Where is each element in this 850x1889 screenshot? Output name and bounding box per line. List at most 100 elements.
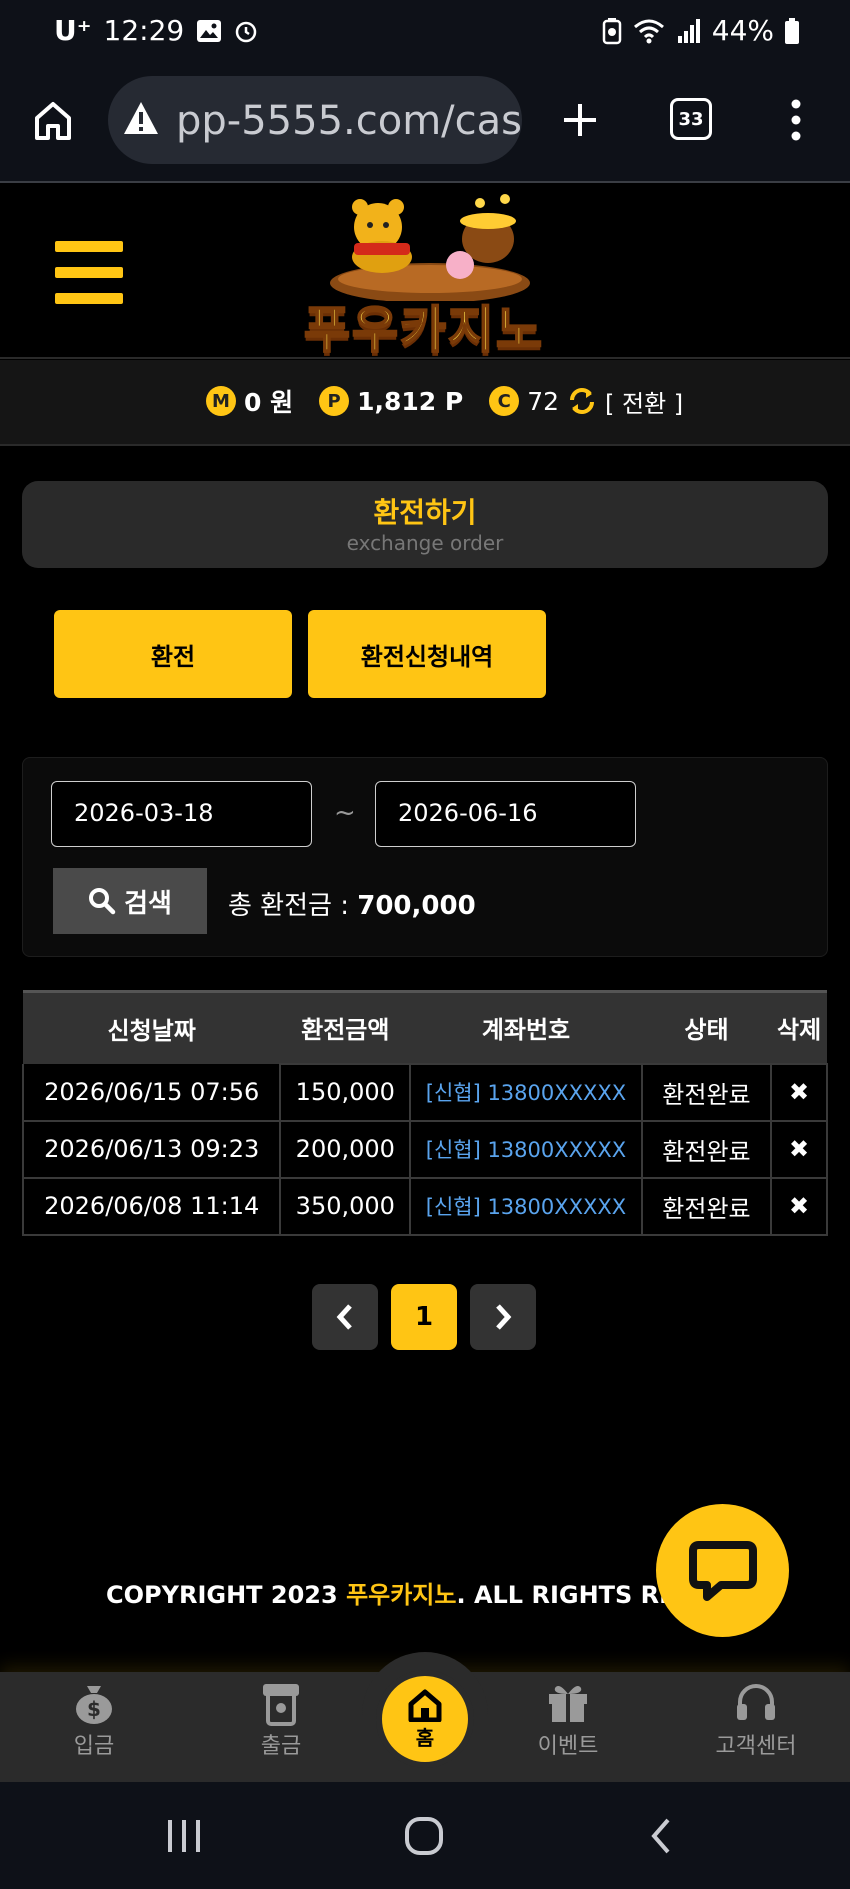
exchange-tab-button[interactable]: 환전: [54, 610, 292, 698]
nav-deposit[interactable]: $ 입금: [34, 1680, 154, 1760]
money-balance: 0 원: [244, 388, 294, 417]
total-value: 700,000: [357, 891, 476, 921]
table-row: 2026/06/13 09:23 200,000 [신협] 13800XXXXX…: [21, 1119, 828, 1179]
copyright-text: COPYRIGHT 2023 푸우카지노. ALL RIGHTS RESE: [106, 1575, 709, 1610]
point-icon: P: [319, 386, 350, 416]
row-date: 2026/06/15 07:56: [21, 1063, 282, 1122]
copyright-prefix: COPYRIGHT 2023: [106, 1581, 347, 1609]
chevron-left-icon: [336, 1304, 352, 1330]
coin-balance: 72: [527, 386, 560, 416]
status-bar: U⁺ 12:29 44%: [0, 0, 850, 70]
nav-home-label: 홈: [415, 1725, 435, 1750]
menu-button[interactable]: [55, 241, 123, 319]
row-account: [신협] 13800XXXXX: [409, 1062, 643, 1122]
nav-withdraw-label: 출금: [260, 1734, 302, 1759]
nav-support[interactable]: 고객센터: [696, 1680, 816, 1760]
gift-icon: [549, 1686, 587, 1722]
coin-icon: C: [489, 386, 520, 416]
page-title: 환전하기: [373, 496, 477, 529]
table-row: 2026/06/08 11:14 350,000 [신협] 13800XXXXX…: [21, 1176, 828, 1236]
page-number-current[interactable]: 1: [391, 1284, 457, 1350]
page-title-panel: 환전하기 exchange order: [22, 481, 828, 568]
start-date-input[interactable]: 2026-03-18: [51, 781, 312, 847]
row-amount: 200,000: [279, 1119, 412, 1179]
nav-event[interactable]: 이벤트: [508, 1680, 628, 1760]
back-icon[interactable]: [648, 1816, 674, 1856]
point-balance: 1,812 P: [357, 386, 464, 416]
table-header-row: 신청날짜 환전금액 계좌번호 상태 삭제: [23, 990, 827, 1064]
money-bag-icon: $: [76, 1686, 112, 1724]
headset-icon: [737, 1684, 775, 1720]
url-text[interactable]: pp-5555.com/cash: [176, 98, 522, 144]
chevron-right-icon: [496, 1304, 512, 1330]
chat-button[interactable]: [656, 1504, 789, 1637]
next-page-button[interactable]: [470, 1284, 536, 1350]
balance-bar: M 0 원 P 1,812 P C 72 [ 전환 ]: [0, 360, 850, 446]
search-button[interactable]: 검색: [53, 868, 207, 934]
search-button-label: 검색: [124, 888, 172, 919]
recent-apps-icon[interactable]: [164, 1818, 204, 1854]
nav-support-label: 고객센터: [715, 1734, 797, 1759]
more-menu-icon[interactable]: [786, 98, 806, 142]
exchange-history-tab-button[interactable]: 환전신청내역: [308, 610, 546, 698]
row-status: 환전완료: [640, 1119, 773, 1179]
page-subtitle: exchange order: [346, 531, 504, 555]
header-amount: 환전금액: [280, 990, 411, 1064]
carrier-label: U⁺: [54, 14, 92, 47]
row-date: 2026/06/08 11:14: [21, 1176, 282, 1236]
nav-home[interactable]: 홈: [376, 1670, 474, 1768]
gallery-icon: [197, 19, 222, 42]
row-amount: 150,000: [279, 1062, 412, 1122]
header-status: 상태: [641, 990, 772, 1064]
nav-withdraw[interactable]: 출금: [221, 1680, 341, 1760]
home-circle-icon[interactable]: [404, 1816, 444, 1856]
header-date: 신청날짜: [23, 990, 281, 1064]
address-bar[interactable]: pp-5555.com/cash: [108, 76, 522, 164]
wifi-icon: [633, 19, 664, 43]
table-row: 2026/06/15 07:56 150,000 [신협] 13800XXXXX…: [21, 1062, 828, 1122]
clock: 12:29: [103, 14, 185, 47]
svg-text:$: $: [87, 1697, 101, 1721]
row-account: [신협] 13800XXXXX: [409, 1119, 643, 1179]
total-label: 총 환전금 :: [228, 891, 349, 921]
tab-count: 33: [678, 108, 704, 130]
tab-switcher-button[interactable]: 33: [670, 98, 712, 140]
convert-button[interactable]: [ 전환 ]: [605, 384, 683, 419]
atm-icon: [263, 1684, 299, 1726]
battery-icon: [785, 17, 799, 44]
home-icon: [408, 1689, 442, 1722]
new-tab-icon[interactable]: [560, 100, 600, 140]
browser-toolbar: pp-5555.com/cash 33: [0, 70, 850, 183]
battery-saver-icon: [602, 17, 622, 44]
money-icon: M: [206, 386, 236, 416]
row-date: 2026/06/13 09:23: [21, 1119, 282, 1179]
signal-icon: [677, 18, 700, 43]
alarm-icon: [235, 21, 257, 42]
battery-percent: 44%: [711, 14, 774, 47]
header-delete: 삭제: [771, 990, 827, 1064]
prev-page-button[interactable]: [312, 1284, 378, 1350]
row-amount: 350,000: [279, 1176, 412, 1236]
refresh-icon[interactable]: [567, 386, 597, 416]
nav-event-label: 이벤트: [537, 1734, 599, 1759]
warning-icon[interactable]: [122, 100, 160, 136]
delete-button[interactable]: ✖: [770, 1119, 828, 1179]
copyright-brand: 푸우카지노: [346, 1581, 457, 1609]
row-status: 환전완료: [640, 1176, 773, 1236]
site-header: 푸우카지노: [0, 185, 850, 360]
row-account: [신협] 13800XXXXX: [409, 1176, 643, 1236]
chat-bubble-icon: [688, 1540, 757, 1601]
system-navigation-bar: [0, 1782, 850, 1889]
delete-button[interactable]: ✖: [770, 1176, 828, 1236]
site-logo[interactable]: 푸우카지노: [300, 185, 550, 360]
end-date-input[interactable]: 2026-06-16: [375, 781, 636, 847]
search-icon: [89, 888, 116, 915]
nav-deposit-label: 입금: [73, 1734, 115, 1759]
delete-button[interactable]: ✖: [770, 1062, 828, 1122]
date-separator: ~: [334, 798, 356, 828]
search-panel: 2026-03-18 ~ 2026-06-16 검색 총 환전금 : 700,0…: [22, 757, 828, 957]
row-status: 환전완료: [640, 1062, 773, 1122]
browser-home-icon[interactable]: [33, 100, 73, 142]
logo-text: 푸우카지노: [303, 300, 544, 360]
mascot-logo-icon: [330, 194, 530, 301]
